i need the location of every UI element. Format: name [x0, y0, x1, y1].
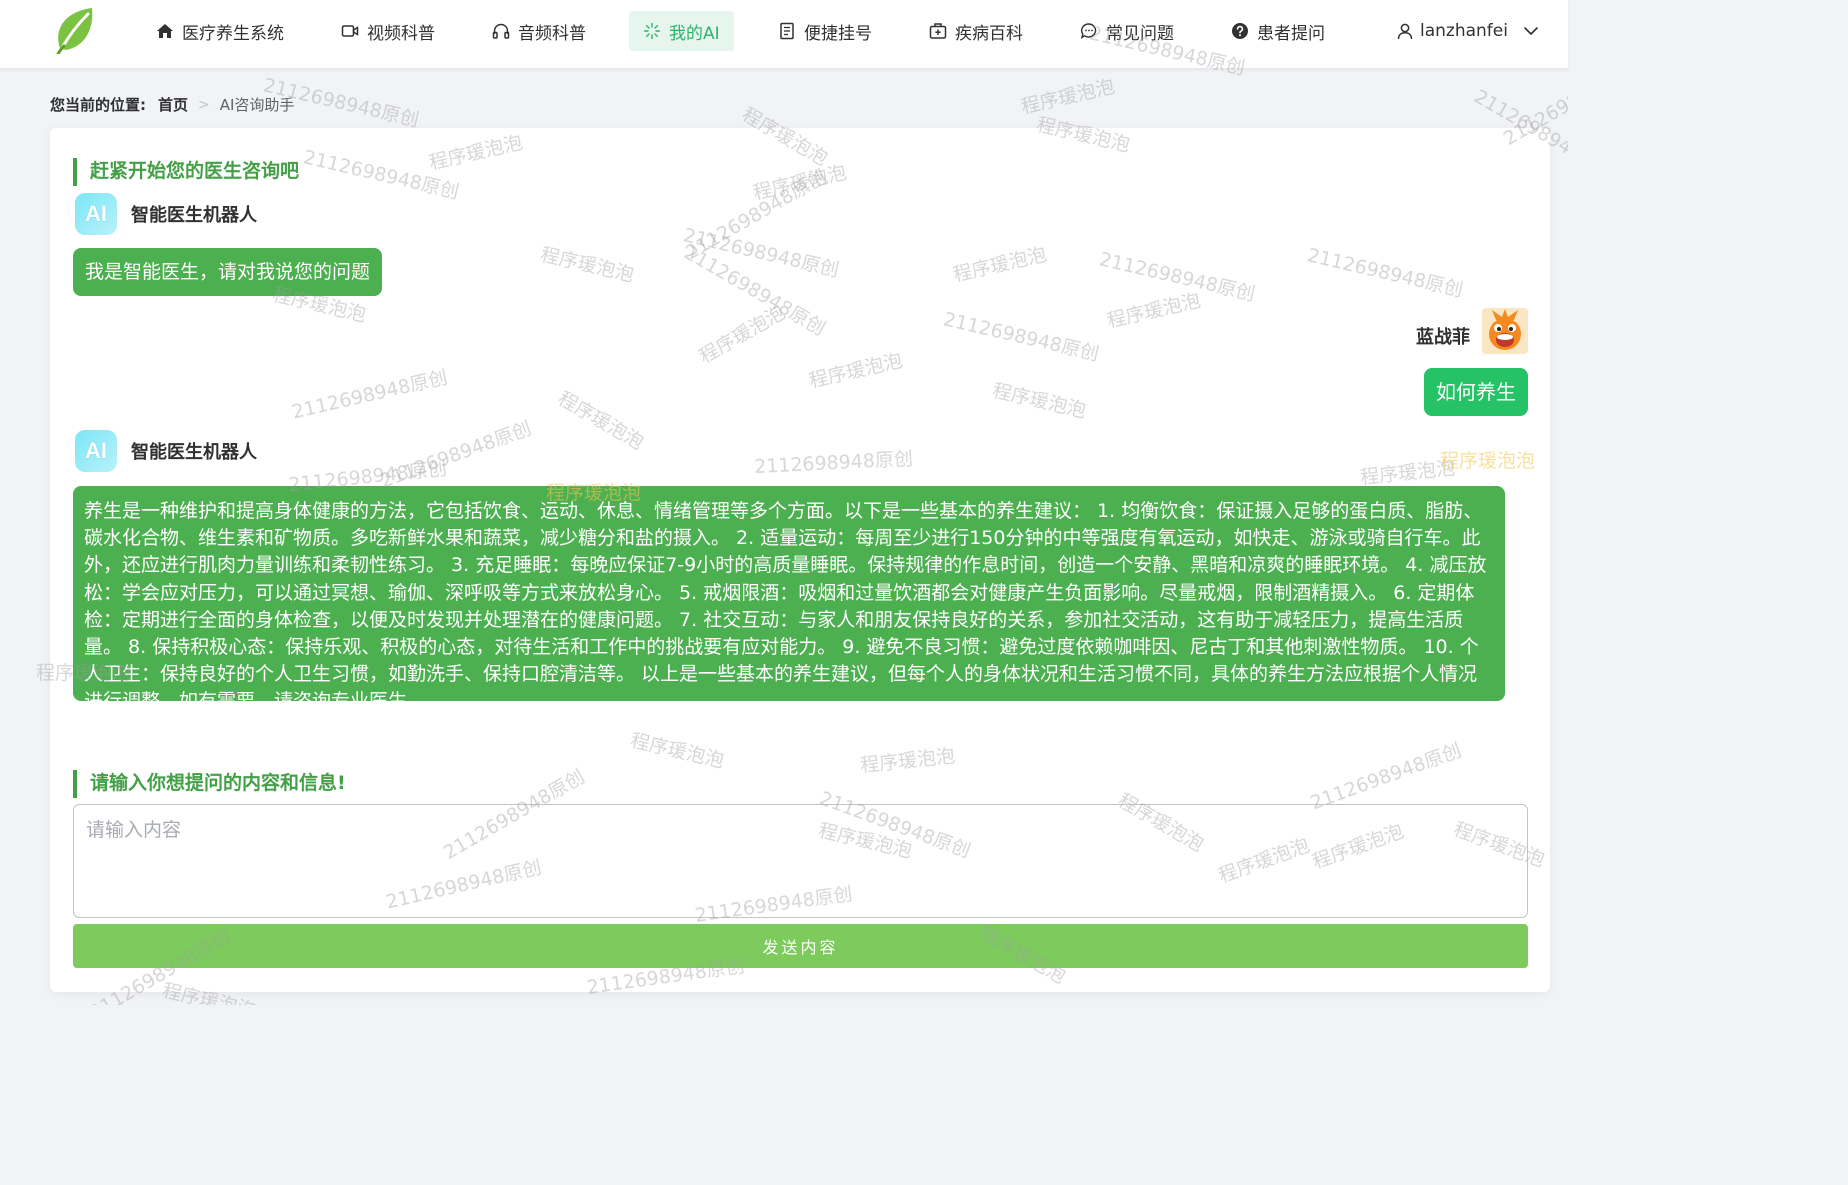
nav-item-home[interactable]: 医疗养生系统 [156, 11, 284, 51]
nav-item-label: 疾病百科 [955, 23, 1023, 44]
nav-item-video[interactable]: 视频科普 [341, 11, 435, 51]
video-icon [341, 25, 359, 37]
leaf-logo-icon[interactable] [52, 4, 96, 54]
nav-item-label: 便捷挂号 [804, 23, 872, 44]
user-menu[interactable]: lanzhanfei [1396, 11, 1540, 51]
bot-name: 智能医生机器人 [131, 442, 257, 463]
breadcrumb: 您当前的位置: 首页 > AI咨询助手 [50, 94, 294, 115]
user-question-bubble: 如何养生 [1424, 368, 1528, 416]
question-icon [1232, 23, 1248, 39]
document-icon [780, 22, 794, 40]
bot-header: AI 智能医生机器人 [75, 430, 257, 472]
breadcrumb-lead: 您当前的位置: [50, 96, 146, 114]
bot-greeting-bubble: 我是智能医生，请对我说您的问题 [73, 248, 383, 296]
chat-card: 赶紧开始您的医生咨询吧 AI 智能医生机器人 我是智能医生，请对我说您的问题 蓝… [50, 128, 1550, 992]
nav-item-my-ai[interactable]: 我的AI [629, 11, 734, 51]
question-input[interactable] [73, 804, 1528, 918]
chevron-down-icon [1524, 27, 1538, 35]
nav-item-label: 音频科普 [518, 23, 586, 44]
nav-item-label: 视频科普 [367, 23, 435, 44]
watermark-text: 程序瑗泡泡 [1019, 75, 1117, 119]
top-navbar: 医疗养生系统 视频科普 音频科普 我的AI 便捷挂号 疾病百科 常见问题 患者提… [0, 0, 1568, 69]
nav-item-disease-wiki[interactable]: 疾病百科 [929, 11, 1023, 51]
breadcrumb-current: AI咨询助手 [219, 96, 295, 114]
breadcrumb-separator-icon: > [198, 96, 210, 113]
user-name: 蓝战菲 [1416, 327, 1470, 348]
avatar [1482, 308, 1528, 354]
medical-kit-icon [929, 23, 947, 39]
username: lanzhanfei [1420, 21, 1508, 41]
nav-item-registration[interactable]: 便捷挂号 [778, 11, 872, 51]
ai-bot-icon: AI [75, 193, 117, 235]
nav-item-label: 常见问题 [1106, 23, 1174, 44]
bot-answer-bubble: 养生是一种维护和提高身体健康的方法，它包括饮食、运动、休息、情绪管理等多个方面。… [73, 486, 1505, 701]
sparkle-icon [643, 22, 661, 40]
breadcrumb-home-link[interactable]: 首页 [158, 94, 188, 115]
input-section-title: 请输入你想提问的内容和信息! [73, 770, 346, 798]
nav-item-audio[interactable]: 音频科普 [492, 11, 586, 51]
nav-item-patient-questions[interactable]: 患者提问 [1231, 11, 1325, 51]
cartoon-avatar-icon [1482, 308, 1528, 354]
ai-bot-icon: AI [75, 430, 117, 472]
nav-item-label: 我的AI [669, 23, 720, 44]
headphones-icon [492, 23, 510, 39]
chat-icon [1080, 23, 1097, 40]
nav-item-label: 医疗养生系统 [182, 23, 284, 44]
user-icon [1397, 23, 1413, 40]
nav-item-label: 患者提问 [1257, 23, 1325, 44]
chat-section-title: 赶紧开始您的医生咨询吧 [73, 158, 299, 186]
bot-header: AI 智能医生机器人 [75, 193, 257, 235]
send-button[interactable]: 发送内容 [73, 924, 1528, 968]
home-icon [157, 24, 173, 38]
nav-item-faq[interactable]: 常见问题 [1080, 11, 1174, 51]
bot-name: 智能医生机器人 [131, 205, 257, 226]
user-message-header: 蓝战菲 [1416, 308, 1528, 354]
